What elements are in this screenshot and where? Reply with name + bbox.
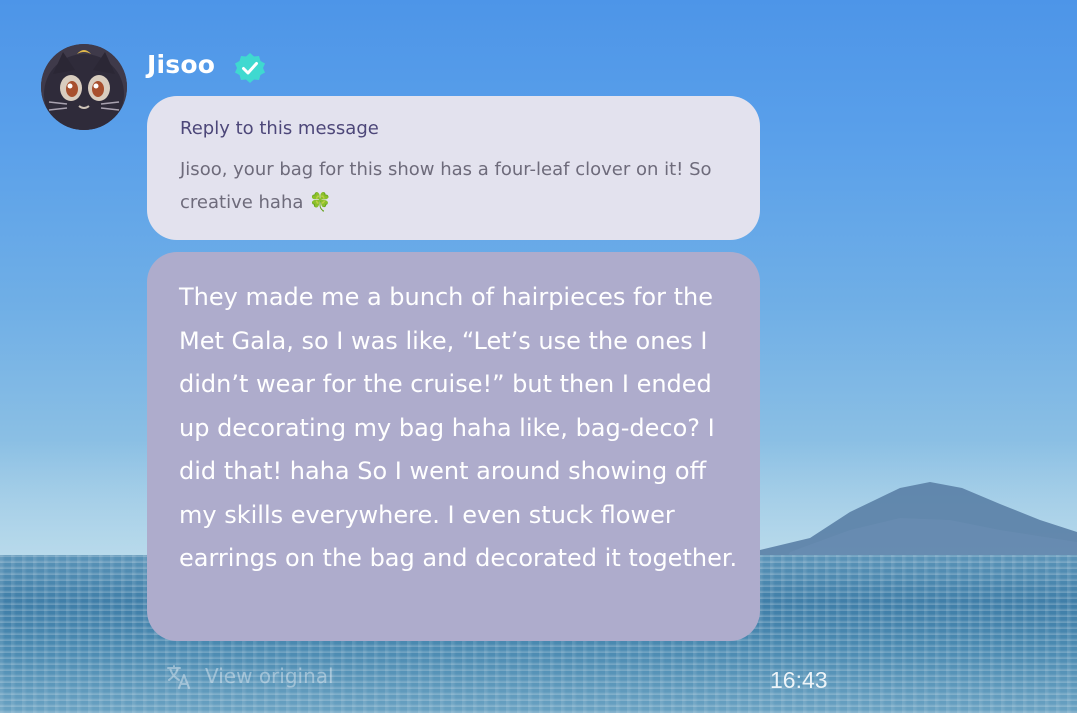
verified-badge-icon [235,53,265,83]
cat-avatar-icon [41,44,127,130]
reply-label: Reply to this message [180,118,379,139]
avatar[interactable] [41,44,127,130]
view-original-button[interactable]: View original [165,662,334,690]
sender-name[interactable]: Jisoo [147,50,215,79]
reply-quote-bubble[interactable]: Reply to this message Jisoo, your bag fo… [147,96,760,240]
view-original-label: View original [205,664,334,688]
reply-quote-text: Jisoo, your bag for this show has a four… [180,159,712,213]
translate-icon [167,665,190,689]
message-text: They made me a bunch of hairpieces for t… [179,283,738,572]
message-bubble[interactable]: They made me a bunch of hairpieces for t… [147,252,760,641]
message-timestamp: 16:43 [770,667,828,693]
